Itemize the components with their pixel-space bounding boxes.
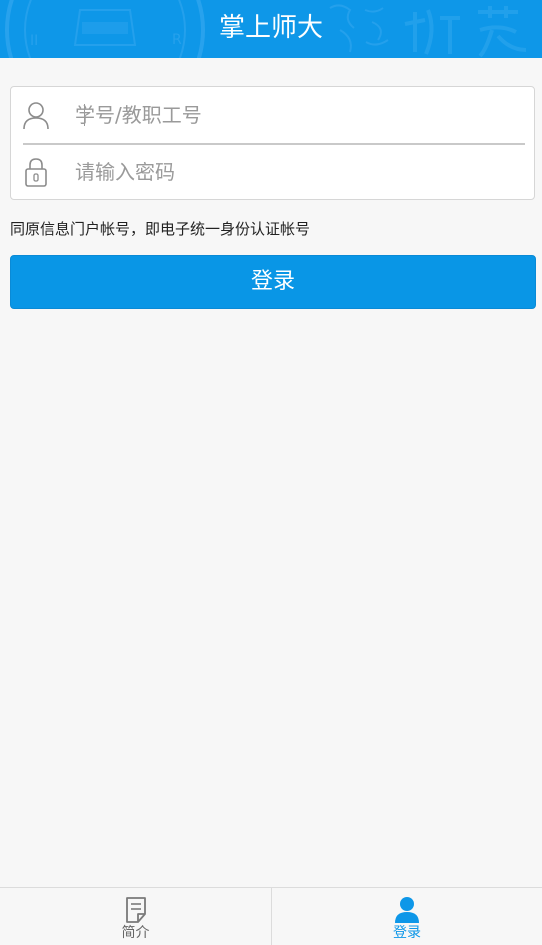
tab-login-label: 登录 [393, 925, 421, 941]
lock-icon [25, 158, 47, 187]
page-title: 掌上师大 [218, 13, 323, 43]
username-field-row [11, 87, 534, 143]
text-cursor [84, 104, 85, 126]
password-input[interactable] [75, 152, 515, 192]
app-header: II R 掌上师大 [0, 0, 542, 58]
tab-intro-label: 简介 [121, 925, 150, 941]
login-button[interactable]: 登录 [10, 255, 536, 309]
username-input[interactable] [75, 95, 515, 135]
tab-login[interactable]: 登录 [271, 888, 542, 945]
password-field-row [11, 144, 534, 200]
account-hint: 同原信息门户帐号，即电子统一身份认证帐号 [10, 220, 311, 238]
document-icon [125, 897, 146, 923]
login-form [10, 86, 535, 200]
user-icon [395, 897, 419, 923]
bottom-tab-bar: 简介 登录 [0, 887, 542, 945]
user-icon [23, 102, 49, 130]
tab-intro[interactable]: 简介 [0, 888, 271, 945]
